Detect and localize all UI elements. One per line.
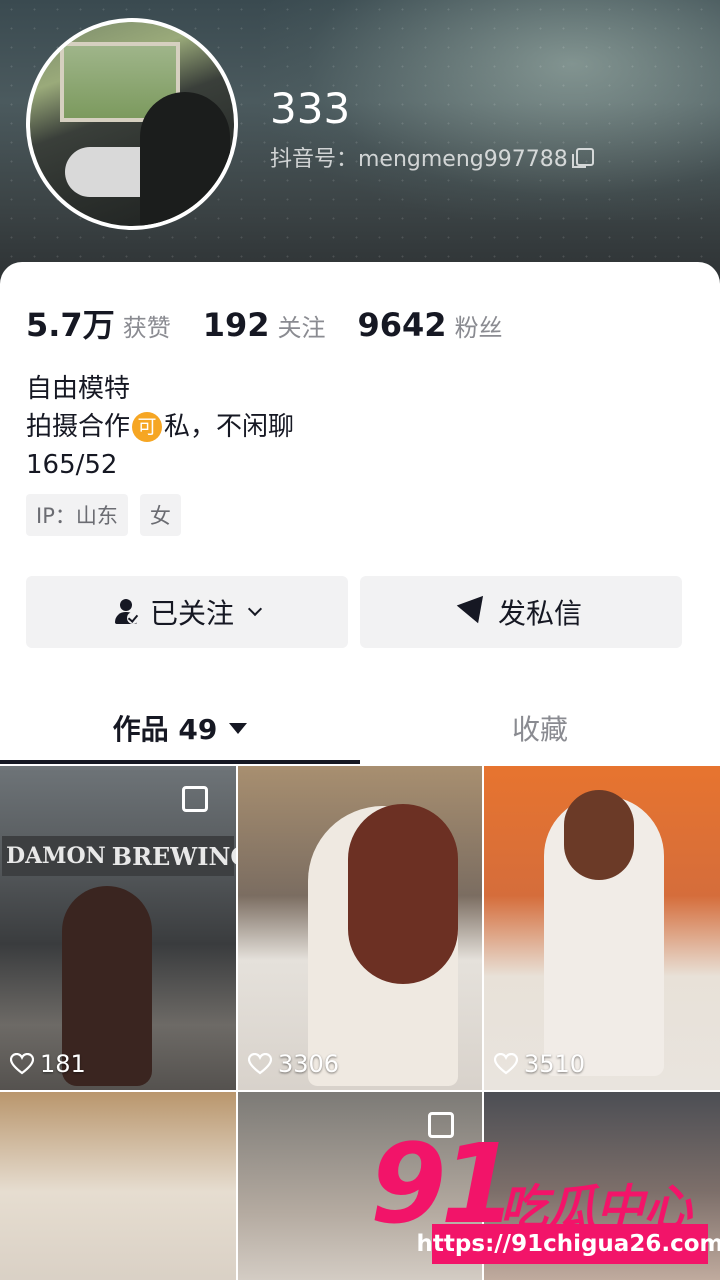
bio-line-2: 拍摄合作 可 私，不闲聊	[26, 408, 294, 446]
stat-followers-value: 9642	[357, 306, 447, 344]
post-thumbnail[interactable]: 3510	[484, 766, 720, 1090]
stat-likes-value: 5.7万	[26, 306, 115, 344]
tags-row: IP：山东 女	[26, 494, 181, 536]
post-likes-count: 3306	[278, 1050, 340, 1078]
stat-likes-label: 获赞	[122, 314, 171, 342]
followed-button-label: 已关注	[149, 597, 234, 630]
send-icon	[456, 595, 492, 629]
sign-text-1: DAMON	[6, 843, 106, 869]
post-thumbnail[interactable]: 3306	[238, 766, 482, 1090]
stat-likes[interactable]: 5.7万 获赞	[26, 300, 171, 346]
tab-active-indicator	[0, 760, 360, 764]
bio: 自由模特 拍摄合作 可 私，不闲聊 165/52	[26, 370, 294, 484]
heart-icon	[10, 1053, 34, 1075]
post-hair-image	[348, 804, 458, 984]
stats-row: 5.7万 获赞 192 关注 9642 粉丝	[26, 300, 503, 346]
post-hair-image	[564, 790, 634, 880]
stat-following-label: 关注	[277, 314, 326, 342]
post-thumbnail[interactable]	[0, 1092, 236, 1280]
heart-icon	[494, 1053, 518, 1075]
multi-image-icon	[182, 786, 208, 812]
tab-works[interactable]: 作品 49	[0, 692, 360, 764]
bio-line-2-end: 私，不闲聊	[164, 412, 295, 442]
avatar[interactable]	[26, 18, 238, 230]
account-id-row[interactable]: 抖音号：mengmeng997788	[270, 141, 594, 173]
stat-following[interactable]: 192 关注	[203, 306, 326, 344]
tag-ip-location: IP：山东	[26, 494, 128, 536]
sign-text-2: BREWING	[111, 841, 236, 871]
caret-down-icon[interactable]	[229, 722, 248, 734]
post-likes-count: 181	[40, 1050, 86, 1078]
tab-favorites[interactable]: 收藏	[360, 692, 720, 764]
user-check-icon	[114, 599, 140, 625]
post-likes: 181	[10, 1050, 86, 1078]
ke-emoji-icon: 可	[132, 412, 163, 442]
tab-works-label: 作品 49	[112, 713, 218, 746]
bio-line-2-start: 拍摄合作	[26, 412, 131, 442]
account-id: 抖音号：mengmeng997788	[270, 147, 568, 172]
stat-following-value: 192	[202, 306, 270, 344]
post-thumbnail[interactable]: DAMON BREWING 181	[0, 766, 236, 1090]
post-likes: 3306	[248, 1050, 339, 1078]
stat-followers-label: 粉丝	[454, 314, 503, 342]
post-likes-count: 3510	[524, 1050, 586, 1078]
chevron-down-icon	[247, 601, 263, 617]
send-message-label: 发私信	[497, 597, 582, 630]
avatar-person-image	[140, 92, 230, 226]
heart-icon	[248, 1053, 272, 1075]
tab-favorites-label: 收藏	[511, 713, 568, 746]
profile-header: 333 抖音号：mengmeng997788	[0, 0, 720, 290]
send-message-button[interactable]: 发私信	[360, 576, 682, 648]
username: 333	[270, 84, 351, 133]
bio-line-1: 自由模特	[26, 374, 131, 404]
bio-line-3: 165/52	[26, 450, 118, 480]
post-likes: 3510	[494, 1050, 585, 1078]
copy-icon[interactable]	[571, 148, 594, 168]
watermark: 91 吃瓜中心 https://91chigua26.com	[360, 1120, 720, 1280]
followed-button[interactable]: 已关注	[26, 576, 348, 648]
stat-followers[interactable]: 9642 粉丝	[358, 306, 503, 344]
storefront-sign: DAMON BREWING	[2, 836, 236, 876]
watermark-url: https://91chigua26.com	[417, 1224, 720, 1264]
content-tabs: 作品 49 收藏	[0, 692, 720, 764]
tag-gender: 女	[139, 494, 181, 536]
